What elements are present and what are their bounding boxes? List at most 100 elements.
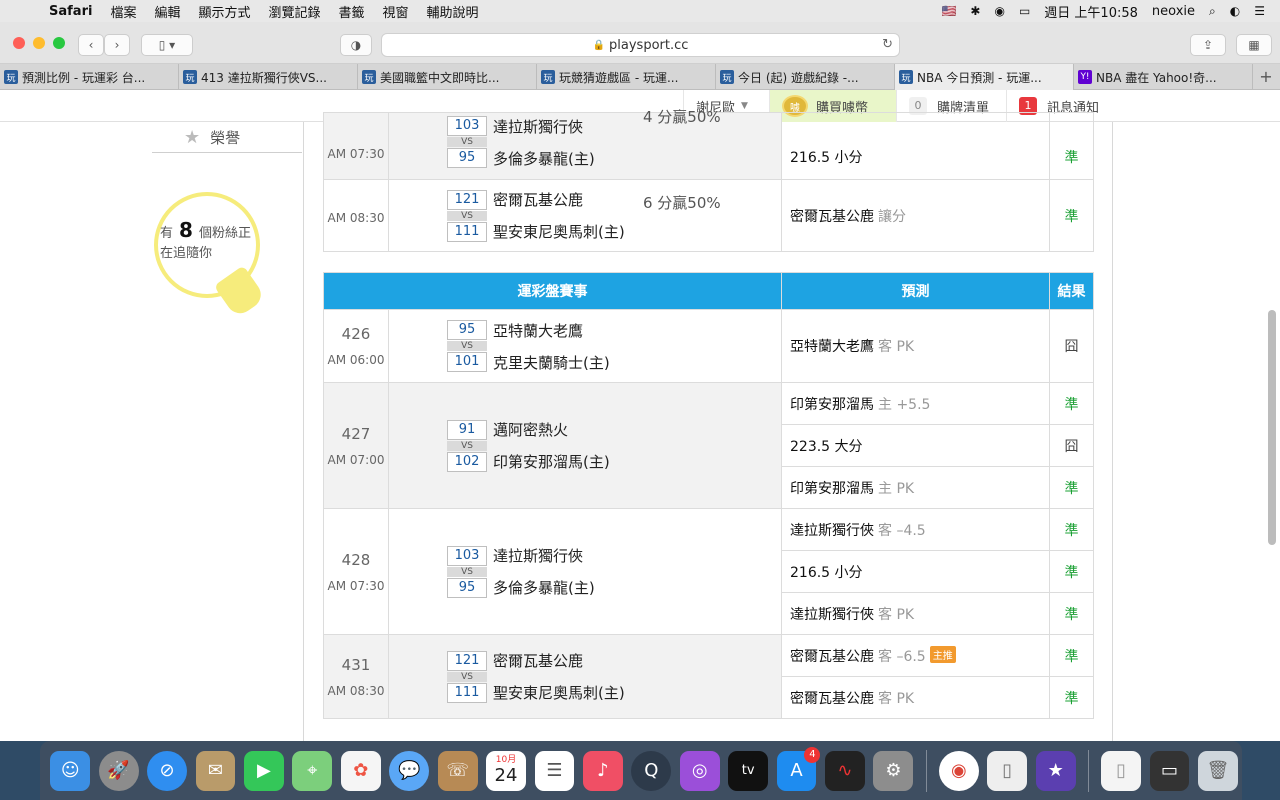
- menu-view[interactable]: 顯示方式: [189, 2, 259, 21]
- result-cell: 準: [1049, 550, 1094, 593]
- favicon-icon: 玩: [720, 70, 734, 84]
- game-number-cell: 428 AM 07:30: [323, 508, 389, 635]
- maps-icon[interactable]: ⌖: [292, 750, 333, 791]
- menu-bookmarks[interactable]: 書籤: [330, 2, 374, 21]
- share-button[interactable]: ⇪: [1190, 34, 1226, 56]
- zoom-window-button[interactable]: [53, 37, 65, 49]
- back-button[interactable]: ‹: [78, 34, 104, 56]
- result-cell: 準: [1049, 466, 1094, 509]
- podcasts-icon[interactable]: ◎: [679, 750, 720, 791]
- flag-icon[interactable]: 🇺🇸: [934, 4, 963, 18]
- menu-edit[interactable]: 編輯: [145, 2, 189, 21]
- result-cell: 囧: [1049, 424, 1094, 467]
- header-game: 運彩盤賽事: [323, 272, 782, 310]
- minimize-window-button[interactable]: [33, 37, 45, 49]
- game-number-cell: 427 AM 07:00: [323, 382, 389, 509]
- clock[interactable]: 週日 上午10:58: [1037, 2, 1145, 21]
- finder-icon[interactable]: ☺: [50, 750, 91, 791]
- tab-4[interactable]: 玩今日 (起) 遊戲紀錄 -...: [716, 64, 895, 90]
- away-team[interactable]: 密爾瓦基公鹿: [493, 650, 583, 671]
- document-icon[interactable]: ▯: [987, 750, 1028, 791]
- apple-tv-icon[interactable]: tv: [728, 750, 769, 791]
- trash-icon[interactable]: 🗑: [1198, 750, 1238, 791]
- pick-cell: 印第安那溜馬主 +5.5: [781, 382, 1050, 425]
- web-page: 謝尼歐 ▼ 噱購買噱幣 0 購牌清單 1 訊息通知 ★ 榮譽 有 8 個粉絲正 在追隨你 A…: [0, 90, 1280, 741]
- app-store-badge: 4: [804, 746, 821, 763]
- menu-history[interactable]: 瀏覽記錄: [259, 2, 329, 21]
- chrome-icon[interactable]: ◉: [938, 750, 979, 791]
- menu-help[interactable]: 輔助說明: [418, 2, 488, 21]
- home-team[interactable]: 多倫多暴龍(主): [493, 577, 595, 598]
- music-icon[interactable]: ♪: [582, 750, 623, 791]
- control-center-icon[interactable]: ☰: [1247, 4, 1272, 18]
- home-team[interactable]: 印第安那溜馬(主): [493, 451, 610, 472]
- game-time-cell: AM 08:30: [323, 179, 389, 252]
- imovie-icon[interactable]: ★: [1035, 750, 1076, 791]
- table-row: 426 AM 06:00 95 亞特蘭大老鷹 VS 101 克里夫蘭騎士(主) 亞特蘭…: [323, 309, 1094, 383]
- forward-button[interactable]: ›: [104, 34, 130, 56]
- favicon-icon: 玩: [362, 70, 376, 84]
- photos-icon[interactable]: ✿: [340, 750, 381, 791]
- fans-count-text[interactable]: 有 8 個粉絲正 在追隨你: [160, 220, 251, 264]
- preview-icon[interactable]: ✉: [195, 750, 236, 791]
- tab-1[interactable]: 玩 413 達拉斯獨行俠VS...: [179, 64, 358, 90]
- close-window-button[interactable]: [13, 37, 25, 49]
- tab-6[interactable]: Y! NBA 盡在 Yahoo!奇...: [1074, 64, 1253, 90]
- away-team[interactable]: 密爾瓦基公鹿: [493, 189, 583, 210]
- matchup-cell: 121 密爾瓦基公鹿 VS 111 聖安東尼奧馬刺(主): [388, 634, 782, 719]
- vertical-scrollbar[interactable]: [1268, 310, 1276, 545]
- voice-memos-icon[interactable]: ∿: [825, 750, 865, 791]
- header-pick: 預測: [781, 272, 1050, 310]
- spotlight-icon[interactable]: ⌕: [1202, 4, 1223, 19]
- result-cell: 準: [1049, 112, 1094, 180]
- facetime-icon[interactable]: ▶: [243, 750, 284, 791]
- messages-icon[interactable]: 💬: [389, 750, 430, 791]
- tab-overview-button[interactable]: ▦: [1236, 34, 1272, 56]
- launchpad-icon[interactable]: 🚀: [98, 750, 139, 791]
- sidebar-toggle-button[interactable]: ▯ ▾: [141, 34, 193, 56]
- home-team[interactable]: 克里夫蘭騎士(主): [493, 352, 610, 373]
- menu-app[interactable]: Safari: [40, 4, 101, 19]
- screen-recording-icon[interactable]: ▭: [1149, 750, 1190, 791]
- file-icon[interactable]: ▯: [1101, 750, 1141, 791]
- shield-icon[interactable]: ◑: [340, 34, 372, 56]
- table-row: 427 AM 07:00 91 邁阿密熱火 VS 102 印第安那溜馬(主) 印第安那…: [323, 382, 1094, 509]
- new-tab-button[interactable]: +: [1253, 64, 1279, 89]
- home-team[interactable]: 多倫多暴龍(主): [493, 148, 595, 169]
- battery-icon[interactable]: ▭: [1012, 4, 1037, 18]
- address-bar[interactable]: 🔒 playsport.cc ↻: [381, 33, 900, 57]
- away-team[interactable]: 達拉斯獨行俠: [493, 545, 583, 566]
- result-cell: 囧: [1049, 309, 1094, 383]
- user-name[interactable]: neoxie: [1145, 4, 1202, 19]
- pick-cell: 密爾瓦基公鹿客 –6.5 主推: [781, 634, 1050, 677]
- tab-0[interactable]: 玩預測比例 - 玩運彩 台...: [0, 64, 179, 90]
- siri-icon[interactable]: ◐: [1223, 4, 1247, 18]
- home-team[interactable]: 聖安東尼奧馬刺(主): [493, 221, 625, 242]
- result-cell: 準: [1049, 592, 1094, 635]
- away-team[interactable]: 達拉斯獨行俠: [493, 116, 583, 137]
- bluetooth-icon[interactable]: ✱: [963, 4, 987, 18]
- away-team[interactable]: 亞特蘭大老鷹: [493, 320, 583, 341]
- honor-link[interactable]: ★ 榮譽: [152, 122, 302, 153]
- away-team[interactable]: 邁阿密熱火: [493, 419, 568, 440]
- wifi-icon[interactable]: ◉: [987, 4, 1011, 18]
- app-store-icon[interactable]: A4: [776, 746, 821, 791]
- url-text: playsport.cc: [609, 37, 689, 53]
- menu-window[interactable]: 視窗: [374, 2, 418, 21]
- menu-file[interactable]: 檔案: [101, 2, 145, 21]
- calendar-icon[interactable]: 10月 24: [486, 750, 526, 791]
- contacts-icon[interactable]: ☏: [437, 750, 478, 791]
- result-cell: 準: [1049, 634, 1094, 677]
- tab-2[interactable]: 玩美國職籃中文即時比...: [358, 64, 537, 90]
- home-team[interactable]: 聖安東尼奧馬刺(主): [493, 682, 625, 703]
- tab-5[interactable]: 玩 NBA 今日預測 - 玩運...: [895, 64, 1074, 90]
- safari-icon[interactable]: ⊘: [147, 750, 187, 791]
- tab-3[interactable]: 玩玩競猜遊戲區 - 玩運...: [537, 64, 716, 90]
- reload-icon[interactable]: ↻: [882, 37, 893, 52]
- quicktime-icon[interactable]: Q: [631, 750, 672, 791]
- menu-bar: Safari 檔案 編輯 顯示方式 瀏覽記錄 書籤 視窗 輔助說明 🇺🇸 ✱ ◉…: [0, 0, 1280, 22]
- away-score: 121: [447, 189, 487, 210]
- reminders-icon[interactable]: ☰: [534, 750, 575, 791]
- dock: ☺ 🚀 ⊘ ✉ ▶ ⌖ ✿ 💬 ☏ 10月 24 ☰ ♪ Q ◎ tv A4 ∿ …: [40, 741, 1242, 800]
- system-preferences-icon[interactable]: ⚙: [873, 750, 914, 791]
